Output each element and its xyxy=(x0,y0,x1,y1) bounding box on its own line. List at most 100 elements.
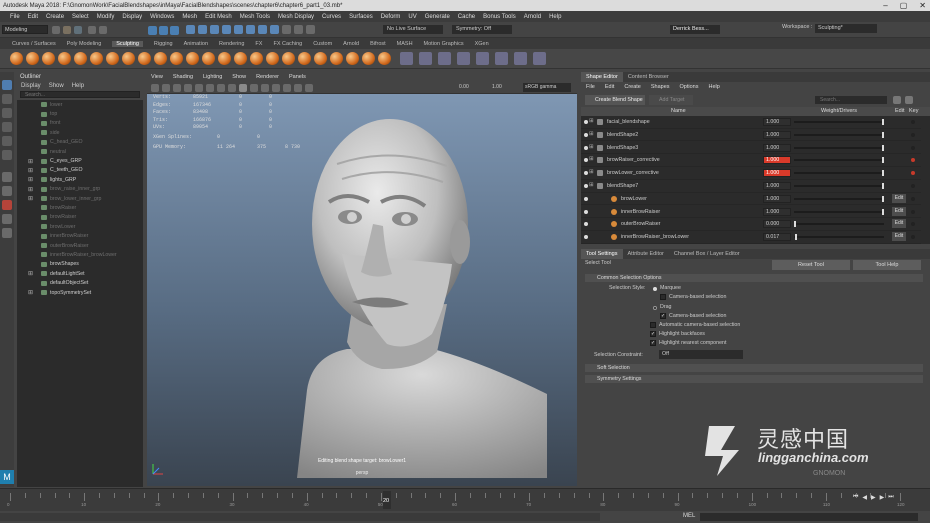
menu-item-bonus-tools[interactable]: Bonus Tools xyxy=(483,14,516,20)
layout-graph-icon[interactable] xyxy=(2,214,12,224)
key-icon[interactable] xyxy=(911,184,915,188)
ao-icon[interactable] xyxy=(283,84,291,92)
visibility-icon[interactable] xyxy=(584,132,588,137)
common-selection-section[interactable]: Common Selection Options xyxy=(585,274,923,282)
sculpt-brush-icon[interactable] xyxy=(250,52,263,65)
blend-shape-row[interactable]: innerBrowRaiser_browLower 0.017 Edit xyxy=(581,231,921,244)
expand-icon[interactable]: ⊞ xyxy=(28,270,33,277)
image-plane-icon[interactable] xyxy=(184,84,192,92)
mask-icon[interactable] xyxy=(222,25,231,34)
menu-item-uv[interactable]: UV xyxy=(408,14,416,20)
sculpt-brush-icon[interactable] xyxy=(298,52,311,65)
weight-slider[interactable] xyxy=(794,131,884,138)
visibility-icon[interactable] xyxy=(584,184,588,188)
shelf-tab-mash[interactable]: MASH xyxy=(397,41,413,47)
edit-target-button[interactable]: Edit xyxy=(892,232,906,242)
expand-icon[interactable]: ⊞ xyxy=(28,289,33,296)
visibility-icon[interactable] xyxy=(584,196,588,201)
visibility-icon[interactable] xyxy=(584,235,588,240)
reset-tool-button[interactable]: Reset Tool xyxy=(772,260,850,270)
sculpt-brush-icon[interactable] xyxy=(138,52,151,65)
weight-slider[interactable] xyxy=(794,157,884,164)
shelf-tab-xgen[interactable]: XGen xyxy=(475,41,489,47)
outliner-item[interactable]: defaultObjectSet xyxy=(17,278,143,287)
mode-dropdown[interactable]: Modeling xyxy=(2,25,48,34)
slider-handle[interactable] xyxy=(795,234,798,241)
outliner-item[interactable]: browRaiser xyxy=(17,213,143,222)
sculpt-brush-icon[interactable] xyxy=(26,52,39,65)
mask-icon[interactable] xyxy=(186,25,195,34)
outliner-menu-show[interactable]: Show xyxy=(49,83,64,89)
weight-slider[interactable] xyxy=(794,195,884,202)
edit-target-button[interactable]: Edit xyxy=(892,206,906,216)
wireframe-icon[interactable] xyxy=(228,84,236,92)
outliner-item[interactable]: browShapes xyxy=(17,260,143,269)
sculpt-brush-icon[interactable] xyxy=(74,52,87,65)
blend-shape-row[interactable]: ⊞ blendShape2 1.000 xyxy=(581,129,921,142)
open-scene-icon[interactable] xyxy=(63,26,71,34)
tool-help-button[interactable]: Tool Help xyxy=(853,260,921,270)
blend-shape-row[interactable]: ⊞ browLower_corrective 1.000 xyxy=(581,167,921,180)
key-icon[interactable] xyxy=(911,196,915,201)
outliner-menu-display[interactable]: Display xyxy=(21,83,41,89)
shape-menu-help[interactable]: Help xyxy=(709,84,720,90)
expand-icon[interactable]: ⊞ xyxy=(589,182,594,188)
outliner-item[interactable]: ⊞ brow_raise_inner_grp xyxy=(17,185,143,194)
constraint-dropdown[interactable]: Off xyxy=(659,350,743,359)
step-back-icon[interactable]: ◀ xyxy=(862,494,867,501)
visibility-icon[interactable] xyxy=(584,158,588,163)
shape-menu-edit[interactable]: Edit xyxy=(605,84,614,90)
menu-item-cache[interactable]: Cache xyxy=(458,14,475,20)
3d-viewport[interactable]: Verts: 85921 0 0 Edges: 167346 0 0 Faces: 83408 0 0… xyxy=(147,94,577,486)
menu-item-windows[interactable]: Windows xyxy=(150,14,174,20)
shelf-tab-sculpting[interactable]: Sculpting xyxy=(112,40,143,47)
sculpt-brush-icon[interactable] xyxy=(170,52,183,65)
key-icon[interactable] xyxy=(911,158,915,163)
expand-icon[interactable]: ⊞ xyxy=(589,131,594,137)
soft-selection-section[interactable]: Soft Selection xyxy=(585,364,923,372)
camera-attr-icon[interactable] xyxy=(162,84,170,92)
shadows-icon[interactable] xyxy=(272,84,280,92)
outliner-item[interactable]: innerBrowRaiser xyxy=(17,231,143,240)
outliner-item[interactable]: neutral xyxy=(17,147,143,156)
menu-item-mesh-display[interactable]: Mesh Display xyxy=(278,14,314,20)
weight-field[interactable]: 1.000 xyxy=(763,194,791,203)
sculpt-brush-icon[interactable] xyxy=(58,52,71,65)
move-tool-icon[interactable] xyxy=(2,122,12,132)
auto-camera-checkbox[interactable] xyxy=(650,322,656,328)
xray-icon[interactable] xyxy=(305,84,313,92)
sculpt-brush-icon[interactable] xyxy=(122,52,135,65)
highlight-backfaces-checkbox[interactable]: ✓ xyxy=(650,331,656,337)
outliner-item[interactable]: C_head_GEO xyxy=(17,138,143,147)
outliner-item[interactable]: ⊞ brow_lower_inner_grp xyxy=(17,194,143,203)
weight-field[interactable]: 1.000 xyxy=(763,130,791,139)
new-scene-icon[interactable] xyxy=(52,26,60,34)
outliner-item[interactable]: ⊞ C_eyes_GRP xyxy=(17,156,143,165)
marquee-radio[interactable] xyxy=(653,287,657,291)
maximize-button[interactable]: ▢ xyxy=(900,0,908,11)
drag-camera-based-checkbox[interactable]: ✓ xyxy=(660,313,666,319)
camera-icon[interactable] xyxy=(151,84,159,92)
weight-field[interactable]: 1.000 xyxy=(763,156,791,165)
sculpt-brush-icon[interactable] xyxy=(186,52,199,65)
menu-item-deform[interactable]: Deform xyxy=(381,14,401,20)
sculpt-brush-icon[interactable] xyxy=(154,52,167,65)
outliner-item[interactable]: side xyxy=(17,128,143,137)
expand-icon[interactable]: ⊞ xyxy=(589,144,594,150)
close-button[interactable]: ✕ xyxy=(919,0,926,11)
outliner-item[interactable]: innerBrowRaiser_browLower xyxy=(17,250,143,259)
select-component-icon[interactable] xyxy=(170,26,179,35)
viewport-menu-renderer[interactable]: Renderer xyxy=(256,74,279,80)
smooth-shade-icon[interactable] xyxy=(239,84,247,92)
sculpt-brush-icon[interactable] xyxy=(218,52,231,65)
menu-item-edit-mesh[interactable]: Edit Mesh xyxy=(205,14,232,20)
edit-target-button[interactable]: Edit xyxy=(892,193,906,203)
weight-slider[interactable] xyxy=(794,234,884,241)
outliner-item[interactable]: outerBrowRaiser xyxy=(17,241,143,250)
weight-slider[interactable] xyxy=(794,119,884,125)
outliner-item[interactable]: ⊞ lights_GRP xyxy=(17,175,143,184)
shelf-tool-icon[interactable] xyxy=(419,52,432,65)
tab-tool-settings[interactable]: Tool Settings xyxy=(581,249,623,259)
shape-menu-file[interactable]: File xyxy=(586,84,595,90)
viewport-menu-panels[interactable]: Panels xyxy=(289,74,306,80)
